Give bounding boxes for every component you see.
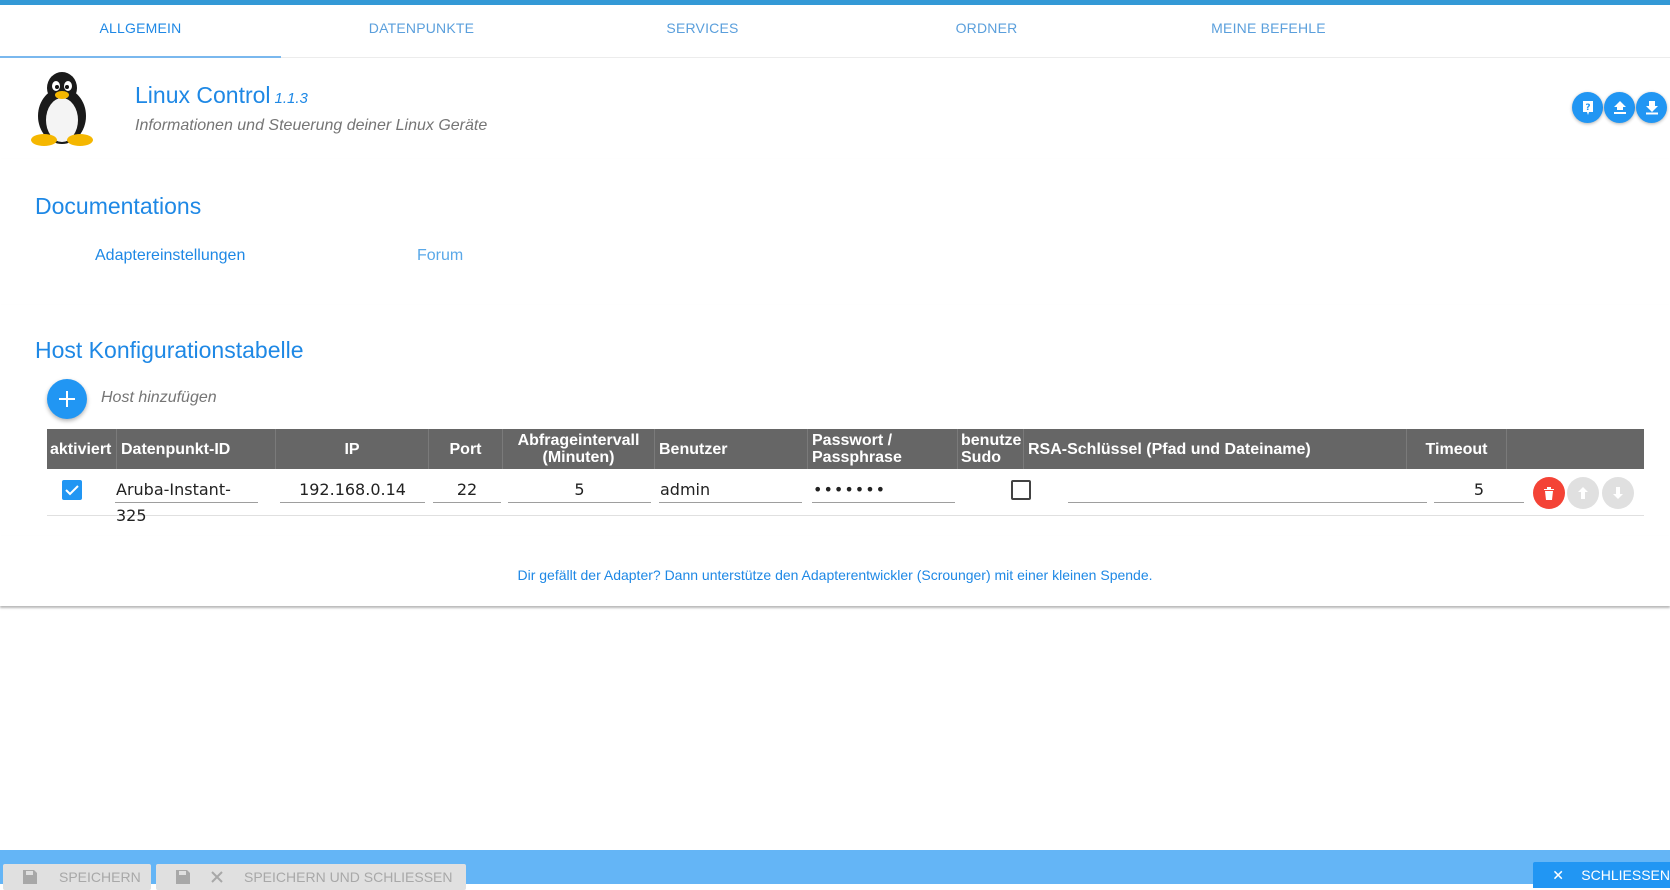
add-host-button[interactable] bbox=[47, 379, 87, 419]
col-aktiviert: aktiviert bbox=[47, 429, 117, 469]
app-subtitle: Informationen und Steuerung deiner Linux… bbox=[135, 117, 488, 134]
arrow-up-icon bbox=[1578, 487, 1588, 499]
password-input[interactable]: ••••••• bbox=[812, 477, 955, 503]
tab-ordner[interactable]: ORDNER bbox=[846, 5, 1127, 58]
col-port: Port bbox=[429, 429, 503, 469]
plus-icon bbox=[59, 391, 75, 407]
col-actions bbox=[1507, 429, 1644, 469]
floppy-disk-icon bbox=[23, 870, 37, 884]
trash-icon bbox=[1544, 487, 1554, 500]
move-down-button[interactable] bbox=[1602, 477, 1634, 509]
interval-input[interactable]: 5 bbox=[508, 477, 651, 503]
col-abfrageintervall: Abfrageintervall (Minuten) bbox=[503, 429, 655, 469]
download-button[interactable] bbox=[1636, 92, 1667, 123]
save-and-close-label: SPEICHERN UND SCHLIESSEN bbox=[244, 869, 453, 885]
col-timeout: Timeout bbox=[1407, 429, 1507, 469]
save-label: SPEICHERN bbox=[59, 869, 141, 885]
table-row: Aruba-Instant-325 192.168.0.14 22 5 admi… bbox=[47, 469, 1644, 525]
delete-row-button[interactable] bbox=[1533, 477, 1565, 509]
col-sudo: benutze Sudo bbox=[958, 429, 1024, 469]
col-datenpunkt-id: Datenpunkt-ID bbox=[117, 429, 276, 469]
ip-input[interactable]: 192.168.0.14 bbox=[280, 477, 425, 503]
add-host-label: Host hinzufügen bbox=[101, 389, 217, 406]
bottom-action-bar: SPEICHERN SPEICHERN UND SCHLIESSEN SCHLI… bbox=[0, 850, 1670, 890]
upload-icon bbox=[1613, 100, 1626, 114]
col-passwort: Passwort / Passphrase bbox=[808, 429, 958, 469]
donate-link[interactable]: Dir gefällt der Adapter? Dann unterstütz… bbox=[0, 567, 1670, 583]
adapter-header: Linux Control 1.1.3 Informationen und Ste… bbox=[0, 58, 1670, 159]
tab-allgemein[interactable]: ALLGEMEIN bbox=[0, 5, 281, 58]
tab-bar: ALLGEMEIN DATENPUNKTE SERVICES ORDNER ME… bbox=[0, 5, 1670, 58]
tux-penguin-icon bbox=[24, 70, 100, 148]
tab-meine-befehle[interactable]: MEINE BEFEHLE bbox=[1128, 5, 1409, 58]
check-icon bbox=[65, 485, 79, 496]
datenpunkt-id-input[interactable]: Aruba-Instant-325 bbox=[115, 477, 258, 525]
col-benutzer: Benutzer bbox=[655, 429, 808, 469]
donate-section: Dir gefällt der Adapter? Dann unterstütz… bbox=[0, 536, 1670, 606]
download-icon bbox=[1645, 100, 1658, 114]
host-table-heading: Host Konfigurationstabelle bbox=[35, 337, 304, 363]
sudo-checkbox[interactable] bbox=[1011, 480, 1031, 500]
close-button[interactable]: SCHLIESSEN bbox=[1533, 862, 1670, 888]
timeout-input[interactable]: 5 bbox=[1434, 477, 1524, 503]
rsa-key-input[interactable] bbox=[1068, 477, 1427, 503]
save-button[interactable]: SPEICHERN bbox=[3, 864, 151, 890]
arrow-down-icon bbox=[1613, 487, 1623, 499]
close-icon bbox=[211, 871, 223, 883]
upload-button[interactable] bbox=[1604, 92, 1635, 123]
port-input[interactable]: 22 bbox=[433, 477, 501, 503]
close-icon bbox=[1553, 870, 1563, 880]
save-and-close-button[interactable]: SPEICHERN UND SCHLIESSEN bbox=[156, 864, 466, 890]
enabled-checkbox[interactable] bbox=[62, 480, 82, 500]
help-button[interactable]: ? bbox=[1572, 92, 1603, 123]
floppy-disk-icon bbox=[176, 870, 190, 884]
close-label: SCHLIESSEN bbox=[1581, 867, 1670, 883]
tab-services[interactable]: SERVICES bbox=[562, 5, 843, 58]
app-version: 1.1.3 bbox=[274, 90, 308, 107]
help-icon: ? bbox=[1582, 100, 1593, 115]
documentation-heading: Documentations bbox=[35, 193, 202, 219]
forum-link[interactable]: Forum bbox=[417, 247, 463, 265]
host-config-section: Host Konfigurationstabelle Host hinzufüg… bbox=[0, 305, 1670, 536]
col-rsa-schluessel: RSA-Schlüssel (Pfad und Dateiname) bbox=[1024, 429, 1407, 469]
adaptereinstellungen-link[interactable]: Adaptereinstellungen bbox=[95, 247, 245, 265]
user-input[interactable]: admin bbox=[659, 477, 802, 503]
documentation-section: Documentations Adaptereinstellungen Foru… bbox=[0, 159, 1670, 305]
move-up-button[interactable] bbox=[1567, 477, 1599, 509]
col-ip: IP bbox=[276, 429, 429, 469]
tab-datenpunkte[interactable]: DATENPUNKTE bbox=[281, 5, 562, 58]
svg-text:?: ? bbox=[1585, 103, 1590, 113]
table-header: aktiviert Datenpunkt-ID IP Port Abfragei… bbox=[47, 429, 1644, 469]
app-title: Linux Control 1.1.3 bbox=[135, 82, 308, 108]
